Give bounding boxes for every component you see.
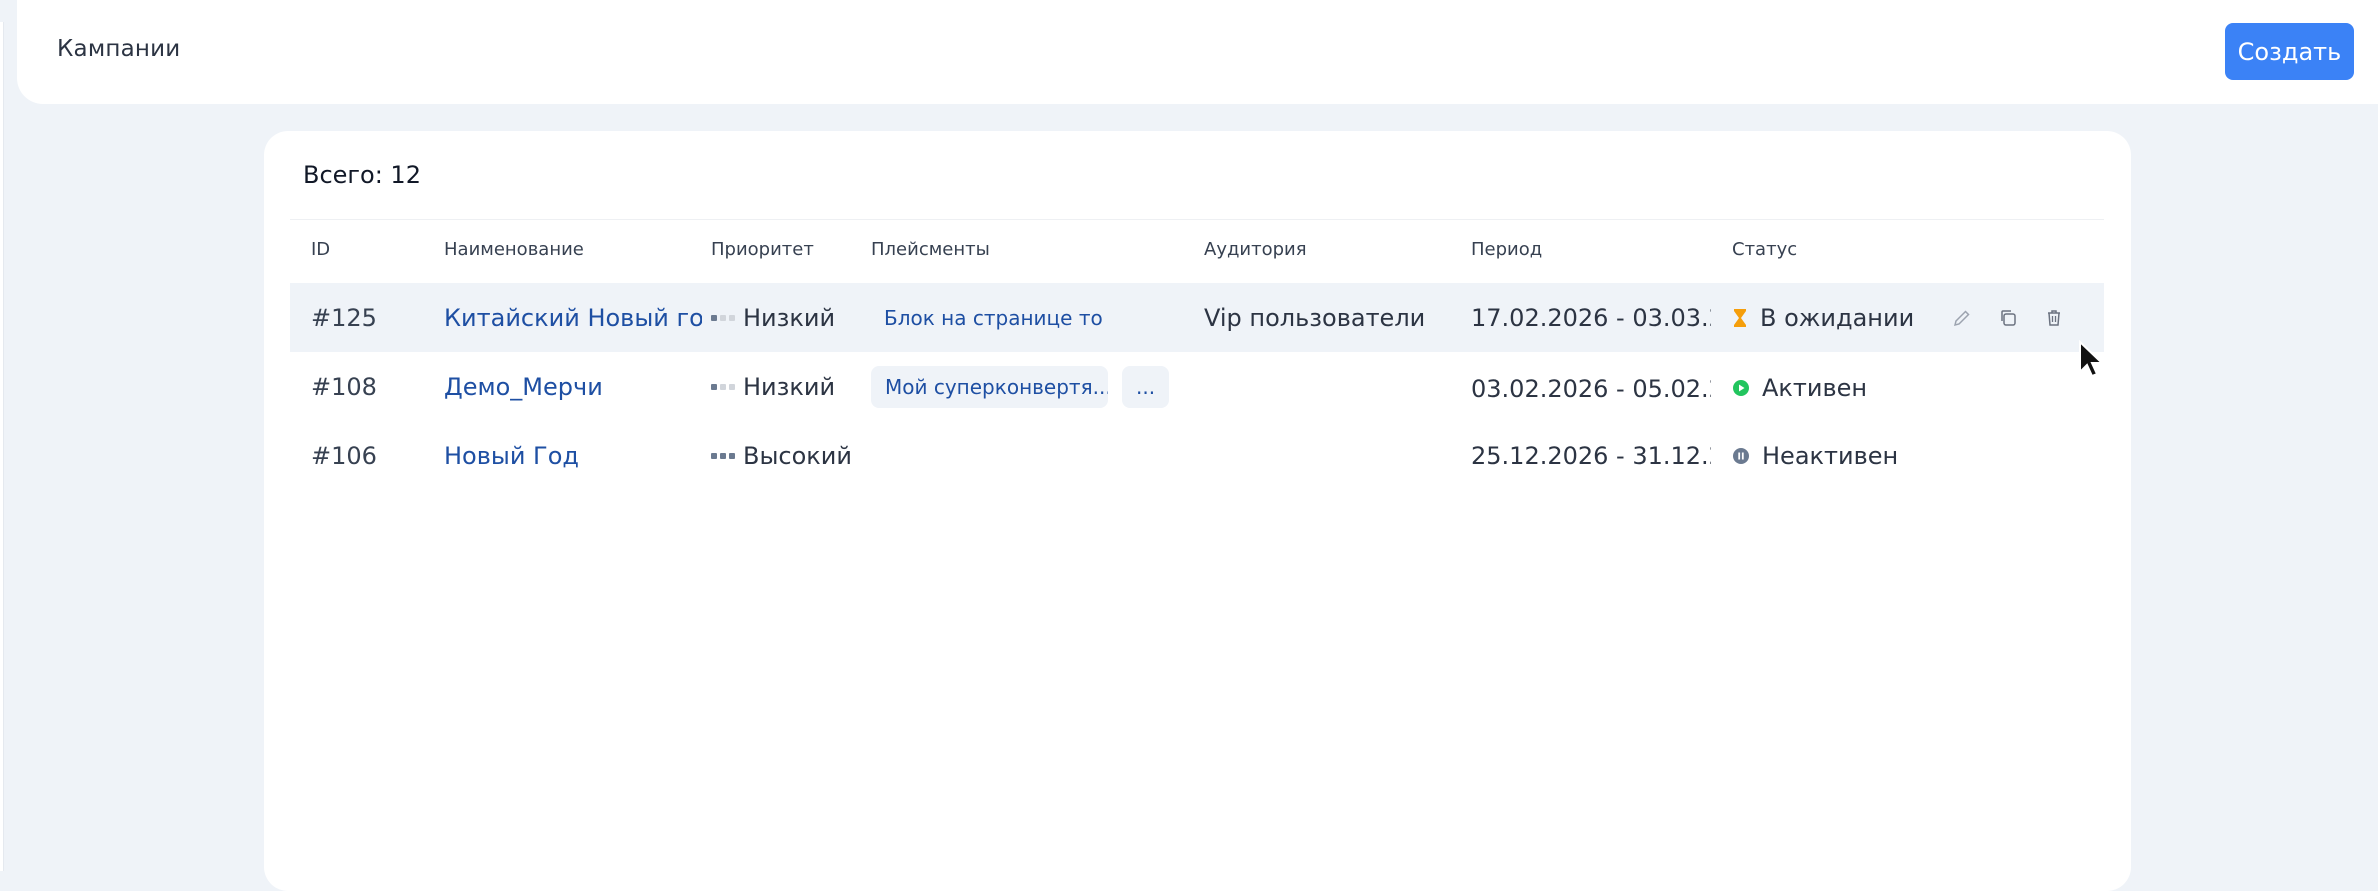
row-status: Неактивен <box>1732 421 1932 490</box>
row-audience: Vip пользователи <box>1204 303 1426 332</box>
column-header-status: Статус <box>1732 239 1798 260</box>
placement-chip[interactable]: Мой суперконвертя... <box>871 365 1108 408</box>
row-period: 25.12.2026 - 31.12.2026 <box>1471 441 1711 470</box>
row-name-link[interactable]: Новый Год <box>444 421 702 490</box>
row-name-link[interactable]: Китайский Новый год <box>444 283 702 352</box>
table-row[interactable]: #106 Новый Год Высокий 25.12.2026 - 31.1… <box>290 421 2104 490</box>
play-circle-icon <box>1732 379 1750 397</box>
row-placements: Мой суперконвертя... ... <box>871 352 1201 421</box>
sidebar-edge <box>0 22 4 871</box>
row-status: Активен <box>1732 352 1932 421</box>
total-count: Всего: 12 <box>303 161 421 189</box>
pause-circle-icon <box>1732 447 1750 465</box>
row-placements <box>871 421 1191 490</box>
divider <box>290 219 2104 220</box>
row-priority: Низкий <box>711 352 851 421</box>
create-button[interactable]: Создать <box>2225 23 2354 80</box>
row-priority: Низкий <box>711 283 851 352</box>
row-actions <box>1950 283 2066 352</box>
column-header-period: Период <box>1471 239 1543 260</box>
mouse-cursor-icon <box>2078 339 2105 384</box>
copy-icon[interactable] <box>1996 306 2020 330</box>
row-audience <box>1204 421 1454 490</box>
placement-chip[interactable]: Блок на странице то... <box>871 296 1103 339</box>
row-audience <box>1204 352 1454 421</box>
trash-icon[interactable] <box>2042 306 2066 330</box>
more-placements-button[interactable]: ... <box>1122 365 1170 408</box>
hourglass-icon <box>1732 308 1748 328</box>
row-period: 17.02.2026 - 03.03.2026 <box>1471 303 1711 332</box>
row-id: #125 <box>311 303 377 332</box>
page-title: Кампании <box>57 36 181 62</box>
table-row[interactable]: #108 Демо_Мерчи Низкий Мой суперконвертя… <box>290 352 2104 421</box>
column-header-id: ID <box>311 239 331 260</box>
table-header: ID Наименование Приоритет Плейсменты Ауд… <box>264 239 2131 273</box>
priority-bars-icon <box>711 452 735 459</box>
row-priority: Высокий <box>711 421 861 490</box>
row-name-link[interactable]: Демо_Мерчи <box>444 352 702 421</box>
table-row[interactable]: #125 Китайский Новый год Низкий Блок на … <box>290 283 2104 352</box>
campaigns-card: Всего: 12 ID Наименование Приоритет Плей… <box>264 131 2131 891</box>
edit-icon[interactable] <box>1950 306 1974 330</box>
column-header-name: Наименование <box>444 239 584 260</box>
row-placements: Блок на странице то... <box>871 283 1191 352</box>
column-header-audience: Аудитория <box>1204 239 1307 260</box>
row-id: #106 <box>311 441 377 470</box>
top-bar: Кампании Создать <box>17 0 2378 104</box>
row-status: В ожидании <box>1732 283 1932 352</box>
column-header-priority: Приоритет <box>711 239 814 260</box>
row-id: #108 <box>311 372 377 401</box>
column-header-placements: Плейсменты <box>871 239 990 260</box>
priority-bars-icon <box>711 314 735 321</box>
row-period: 03.02.2026 - 05.02.2026 <box>1471 374 1711 403</box>
priority-bars-icon <box>711 383 735 390</box>
